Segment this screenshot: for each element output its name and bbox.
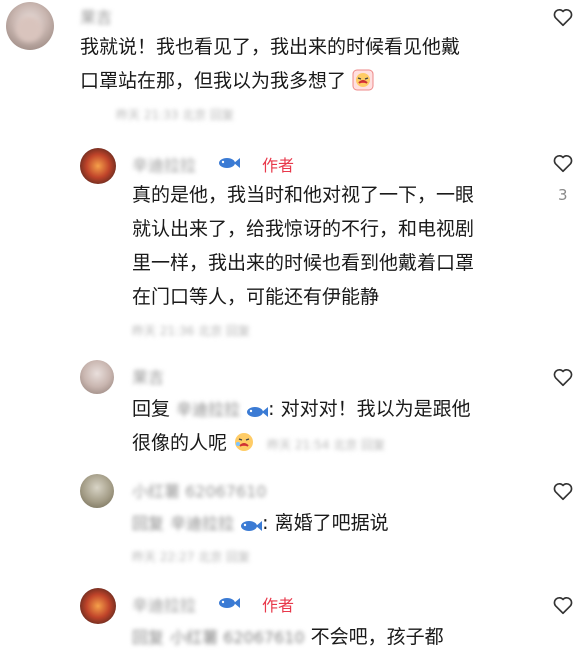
reply-target[interactable]: 小红薯 62067610 bbox=[170, 628, 305, 647]
heart-outline-icon[interactable] bbox=[552, 6, 574, 28]
commenter-name[interactable]: 果吉 bbox=[132, 364, 164, 388]
comment-text-line: 口罩站在那，但我以为我多想了 bbox=[80, 64, 374, 102]
comment-meta[interactable]: 昨天 21:33 北京 回复 bbox=[116, 106, 234, 123]
fish-badge-icon bbox=[218, 155, 240, 169]
reply-prefix: 回复 bbox=[132, 398, 171, 420]
avatar[interactable] bbox=[80, 148, 116, 184]
avatar[interactable] bbox=[80, 588, 116, 624]
heart-outline-icon[interactable] bbox=[552, 480, 574, 502]
avatar[interactable] bbox=[6, 2, 54, 50]
comment-meta[interactable]: 昨天 22:27 北京 回复 bbox=[132, 548, 250, 565]
fish-badge-icon bbox=[218, 595, 240, 609]
comment-text-line: 就认出来了，给我惊讶的不行，和电视剧 bbox=[132, 218, 475, 240]
crying-emoji-icon bbox=[233, 430, 255, 464]
reply-prefix: 回复 bbox=[132, 514, 165, 533]
like-count: 3 bbox=[558, 186, 568, 204]
crying-emoji-icon bbox=[352, 68, 374, 102]
comment-text-line: 里一样，我出来的时候也看到他戴着口罩 bbox=[132, 252, 475, 274]
commenter-name[interactable]: 辛迪拉拉 bbox=[132, 592, 196, 616]
comment-meta[interactable]: 昨天 21:36 北京 回复 bbox=[132, 322, 250, 339]
reply-prefix: 回复 bbox=[132, 628, 165, 647]
reply-target[interactable]: 辛迪拉拉 bbox=[176, 400, 240, 419]
heart-outline-icon[interactable] bbox=[552, 366, 574, 388]
comment-meta[interactable]: 昨天 21:54 北京 回复 bbox=[267, 438, 385, 452]
avatar[interactable] bbox=[80, 360, 114, 394]
fish-badge-icon bbox=[240, 510, 263, 544]
commenter-name[interactable]: 辛迪拉拉 bbox=[132, 152, 196, 176]
comment-text-line: 在门口等人，可能还有伊能静 bbox=[132, 286, 380, 308]
comment-text-line: 回复 小红薯 62067610 不会吧，孩子都 bbox=[132, 626, 444, 648]
comment-text-line: 我就说！我也看见了，我出来的时候看见他戴 bbox=[80, 36, 461, 58]
comment-text-line: 真的是他，我当时和他对视了一下，一眼 bbox=[132, 184, 475, 206]
heart-outline-icon[interactable] bbox=[552, 152, 574, 174]
reply-target[interactable]: 辛迪拉拉 bbox=[170, 514, 234, 533]
heart-outline-icon[interactable] bbox=[552, 594, 574, 616]
fish-badge-icon bbox=[246, 396, 269, 430]
commenter-name[interactable]: 小红薯 62067610 bbox=[132, 478, 267, 502]
commenter-name[interactable]: 果吉 bbox=[80, 4, 112, 28]
comment-text-line: 回复 辛迪拉拉 : 离婚了吧据说 bbox=[132, 506, 389, 544]
avatar[interactable] bbox=[80, 474, 114, 508]
comment-text-line: 回复 辛迪拉拉 : 对对对！我以为是跟他 bbox=[132, 392, 471, 430]
comment-text-line: 很像的人呢 昨天 21:54 北京 回复 bbox=[132, 426, 385, 464]
author-tag: 作者 bbox=[262, 596, 295, 615]
author-tag: 作者 bbox=[262, 156, 295, 175]
